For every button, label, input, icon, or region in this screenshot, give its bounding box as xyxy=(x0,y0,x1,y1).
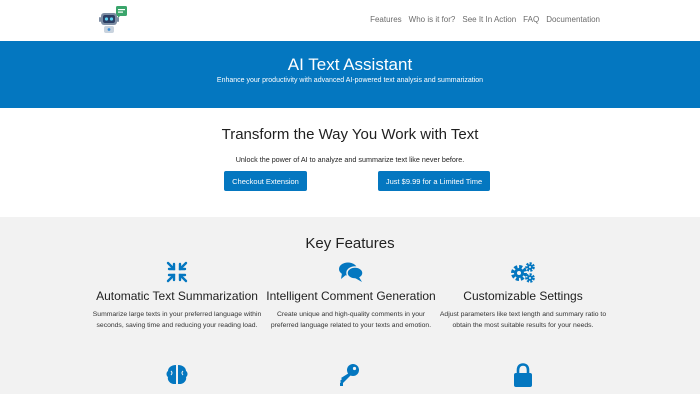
feature-card-comment-generation: Intelligent Comment Generation Create un… xyxy=(266,261,436,331)
lock-icon xyxy=(510,362,536,388)
nav-link-see-it-in-action[interactable]: See It In Action xyxy=(462,15,516,24)
transform-title: Transform the Way You Work with Text xyxy=(221,126,479,143)
comments-icon xyxy=(266,261,436,283)
feature-card-settings: Customizable Settings Adjust parameters … xyxy=(438,261,608,331)
feature-card-summarization: Automatic Text Summarization Summarize l… xyxy=(92,261,262,331)
nav-link-faq[interactable]: FAQ xyxy=(523,15,539,24)
top-navbar: Features Who is it for? See It In Action… xyxy=(0,0,700,41)
nav-link-who-is-it-for[interactable]: Who is it for? xyxy=(409,15,456,24)
transform-section: Transform the Way You Work with Text Unl… xyxy=(0,108,700,217)
nav-link-features[interactable]: Features xyxy=(370,15,402,24)
hero-title: AI Text Assistant xyxy=(287,55,413,74)
nav-links: Features Who is it for? See It In Action… xyxy=(370,15,600,24)
feature-row-2 xyxy=(0,362,700,394)
hero-subtitle: Enhance your productivity with advanced … xyxy=(216,77,484,84)
checkout-extension-button[interactable]: Checkout Extension xyxy=(224,171,307,191)
gears-icon xyxy=(438,261,608,283)
limited-time-price-button[interactable]: Just $9.99 for a Limited Time xyxy=(378,171,490,191)
feature-description: Adjust parameters like text length and s… xyxy=(439,311,607,329)
feature-description: Summarize large texts in your preferred … xyxy=(92,311,262,329)
feature-description: Create unique and high-quality comments … xyxy=(270,311,432,329)
robot-logo-icon[interactable] xyxy=(97,5,129,37)
key-features-section: Key Features Automatic Text Summarizatio… xyxy=(0,217,700,394)
key-features-title: Key Features xyxy=(305,235,395,252)
compress-icon xyxy=(92,261,262,283)
key-icon xyxy=(336,362,362,388)
feature-title: Intelligent Comment Generation xyxy=(266,289,436,303)
brain-icon xyxy=(164,362,190,388)
feature-title: Customizable Settings xyxy=(463,289,583,303)
feature-title: Automatic Text Summarization xyxy=(96,289,258,303)
hero-banner: AI Text Assistant Enhance your productiv… xyxy=(0,41,700,108)
transform-subtitle: Unlock the power of AI to analyze and su… xyxy=(235,155,465,164)
nav-link-documentation[interactable]: Documentation xyxy=(546,15,600,24)
